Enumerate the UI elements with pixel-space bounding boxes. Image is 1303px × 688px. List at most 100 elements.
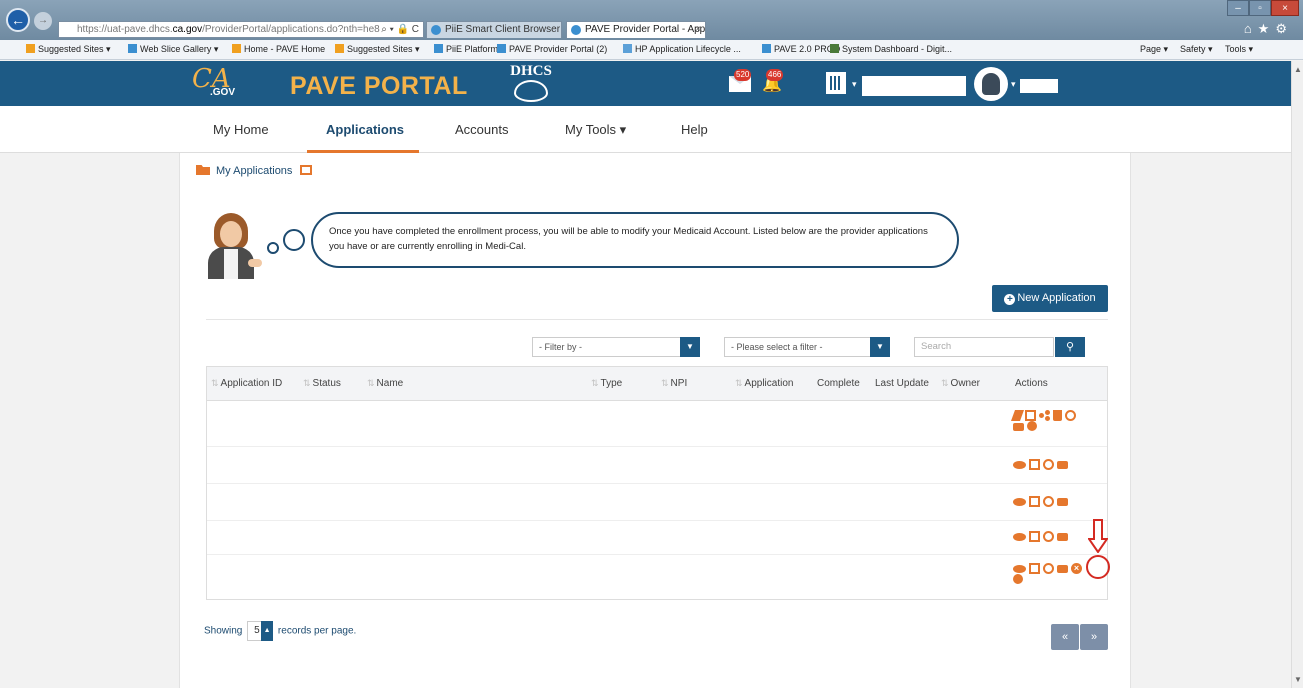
scroll-down-icon[interactable]: ▼ <box>1294 675 1302 684</box>
history-icon[interactable] <box>1043 531 1054 542</box>
chevron-down-icon[interactable]: ▾ <box>1011 79 1016 90</box>
search-button[interactable]: ⚲ <box>1055 337 1085 357</box>
fav-piie-platform[interactable]: PiiE Platform <box>434 44 498 54</box>
nav-accounts[interactable]: Accounts <box>455 122 508 137</box>
building-icon[interactable] <box>826 72 846 94</box>
film-icon[interactable] <box>300 165 313 175</box>
chevron-down-icon[interactable]: ▾ <box>852 79 857 90</box>
fav-label: PAVE Provider Portal (2) <box>509 44 608 54</box>
col-npi[interactable]: ⇅ NPI <box>661 378 687 389</box>
mail-count-badge: 520 <box>734 69 752 81</box>
col-label: Status <box>312 378 341 389</box>
history-icon[interactable] <box>1043 459 1054 470</box>
home-favorites-tools-icons[interactable]: ⌂★⚙ <box>1244 21 1293 37</box>
nav-applications[interactable]: Applications <box>326 122 404 137</box>
edit-icon[interactable] <box>1010 410 1025 421</box>
print-icon[interactable] <box>1057 461 1068 469</box>
browser-tab-piie[interactable]: PiiE Smart Client Browser <box>426 21 562 38</box>
maximize-button[interactable]: ▫ <box>1249 0 1271 16</box>
sort-icon: ⇅ <box>941 378 949 388</box>
minimize-button[interactable]: – <box>1227 0 1249 16</box>
col-application-id[interactable]: ⇅ Application ID <box>211 378 282 389</box>
browser-tab-pave[interactable]: PAVE Provider Portal - Appl... × <box>566 21 706 38</box>
next-page-button[interactable]: » <box>1080 624 1108 650</box>
per-page-select[interactable]: 5 ▲ <box>247 621 274 641</box>
sort-icon: ⇅ <box>661 378 669 388</box>
back-icon[interactable]: ← <box>6 8 30 32</box>
records-per-page: Showing 5 ▲ records per page. <box>204 621 356 641</box>
col-actions: Actions <box>1015 378 1048 389</box>
filter-value-text: - Please select a filter - <box>731 342 823 352</box>
gear-icon[interactable] <box>1027 421 1037 431</box>
col-type[interactable]: ⇅ Type <box>591 378 622 389</box>
col-status[interactable]: ⇅ Status <box>303 378 341 389</box>
col-name[interactable]: ⇅ Name <box>367 378 403 389</box>
print-icon[interactable] <box>1013 423 1024 431</box>
col-owner[interactable]: ⇅ Owner <box>941 378 980 389</box>
sort-icon: ⇅ <box>735 378 743 388</box>
row-actions <box>1013 496 1109 507</box>
print-icon[interactable] <box>1057 498 1068 506</box>
share-icon[interactable] <box>1039 410 1050 421</box>
safety-menu[interactable]: Safety ▾ <box>1180 44 1213 55</box>
table-row <box>207 521 1107 555</box>
view-icon[interactable] <box>1013 461 1026 469</box>
user-icon[interactable] <box>974 67 1008 101</box>
col-label: Type <box>600 378 623 389</box>
page-menu[interactable]: Page ▾ <box>1140 44 1168 55</box>
table-row <box>207 401 1107 447</box>
nav-my-tools[interactable]: My Tools ▾ <box>565 122 626 138</box>
mail-icon[interactable] <box>1029 459 1040 470</box>
fav-pave-prod[interactable]: PAVE 2.0 PROD <box>762 44 840 54</box>
search-icon: ⚲ <box>1065 341 1075 353</box>
search-input[interactable]: Search <box>914 337 1054 357</box>
fav-pave-home[interactable]: Home - PAVE Home <box>232 44 325 54</box>
new-application-button[interactable]: + New Application <box>992 285 1108 312</box>
col-complete[interactable]: Complete <box>817 378 860 389</box>
mail-icon[interactable] <box>1029 563 1040 574</box>
breadcrumb-label[interactable]: My Applications <box>216 165 292 177</box>
col-last-update[interactable]: Last Update <box>875 378 929 389</box>
row-actions <box>1010 410 1109 431</box>
fav-pave-provider-portal[interactable]: PAVE Provider Portal (2) <box>497 44 607 54</box>
nav-my-home[interactable]: My Home <box>213 122 269 137</box>
avatar-hand <box>248 259 262 267</box>
print-icon[interactable] <box>1057 533 1068 541</box>
fav-web-slice[interactable]: Web Slice Gallery ▾ <box>128 44 218 55</box>
trash-icon[interactable] <box>1053 410 1062 421</box>
col-application[interactable]: ⇅ Application <box>735 378 793 389</box>
history-icon[interactable] <box>1043 563 1054 574</box>
showing-label: Showing <box>204 625 243 637</box>
view-icon[interactable] <box>1013 565 1026 573</box>
prev-page-button[interactable]: « <box>1051 624 1079 650</box>
mail-icon[interactable] <box>1029 496 1040 507</box>
avatar-blouse <box>224 249 238 279</box>
mail-icon[interactable] <box>1029 531 1040 542</box>
mail-icon[interactable] <box>1025 410 1036 421</box>
tab-close-icon[interactable]: × <box>695 22 701 37</box>
address-controls[interactable]: ⌕ ▾ 🔒 C <box>381 22 419 37</box>
gear-icon[interactable] <box>1013 574 1023 584</box>
close-window-button[interactable]: × <box>1271 0 1299 16</box>
scroll-up-icon[interactable]: ▲ <box>1294 65 1302 74</box>
nav-help[interactable]: Help <box>681 122 708 137</box>
history-icon[interactable] <box>1043 496 1054 507</box>
fav-hp-alm[interactable]: HP Application Lifecycle ... <box>623 44 741 54</box>
filter-by-select[interactable]: - Filter by - ▼ <box>532 337 700 357</box>
forward-icon[interactable]: → <box>34 12 52 30</box>
filter-value-select[interactable]: - Please select a filter - ▼ <box>724 337 890 357</box>
withdraw-icon[interactable]: × <box>1071 563 1082 574</box>
fav-system-dashboard[interactable]: System Dashboard - Digit... <box>830 44 952 54</box>
page-scrollbar[interactable]: ▲ ▼ <box>1291 61 1303 688</box>
ie-icon <box>128 44 137 53</box>
tools-menu[interactable]: Tools ▾ <box>1225 44 1253 55</box>
redacted-user-name <box>1020 79 1058 93</box>
annotation-arrow-icon <box>1088 519 1108 553</box>
address-bar[interactable]: https://uat-pave.dhcs.ca.gov/ProviderPor… <box>58 21 424 38</box>
fav-suggested-sites[interactable]: Suggested Sites ▾ <box>26 44 111 55</box>
history-icon[interactable] <box>1065 410 1076 421</box>
view-icon[interactable] <box>1013 533 1026 541</box>
print-icon[interactable] <box>1057 565 1068 573</box>
view-icon[interactable] <box>1013 498 1026 506</box>
fav-suggested-sites-2[interactable]: Suggested Sites ▾ <box>335 44 420 55</box>
